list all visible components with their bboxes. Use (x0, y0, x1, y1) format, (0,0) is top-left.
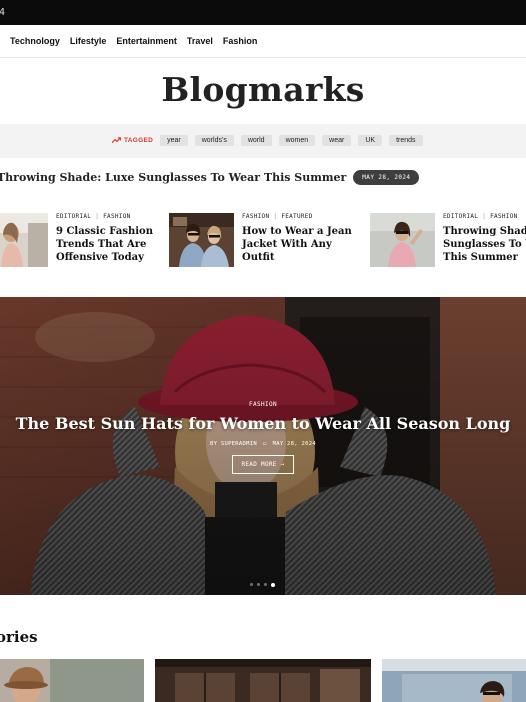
read-more-button[interactable]: READ MORE → (232, 455, 294, 474)
post-card-title[interactable]: How to Wear a Jean Jacket With Any Outfi… (242, 225, 352, 264)
post-card-thumbnail[interactable] (0, 213, 48, 267)
section-title: ories (0, 628, 38, 646)
category-label[interactable]: FASHION (490, 213, 517, 220)
category-label[interactable]: FASHION (242, 213, 269, 220)
tag-women[interactable]: women (278, 135, 316, 146)
post-card-categories: FASHION | FEATURED (242, 213, 313, 220)
nav-item-technology[interactable]: Technology (10, 36, 60, 46)
tag-bar: TAGGED year worlds's world women wear UK… (0, 124, 526, 158)
post-card-thumbnail[interactable] (370, 213, 435, 267)
post-card-title[interactable]: Throwing Shade Sunglasses To W This Summ… (443, 225, 526, 264)
tag-worldss[interactable]: worlds's (194, 135, 234, 146)
site-logo[interactable]: Blogmarks (0, 70, 526, 109)
post-card-categories: EDITORIAL | FASHION (56, 213, 131, 220)
tag-year[interactable]: year (160, 135, 188, 146)
ticker-headline[interactable]: Throwing Shade: Luxe Sunglasses To Wear … (0, 171, 346, 184)
post-card[interactable]: FASHION | FEATURED How to Wear a Jean Ja… (169, 213, 359, 268)
trending-icon (112, 137, 121, 144)
tagged-label: TAGGED (112, 137, 153, 144)
category-label[interactable]: EDITORIAL (443, 213, 478, 220)
story-thumbnail[interactable] (0, 659, 144, 702)
hero-title[interactable]: The Best Sun Hats for Women to Wear All … (0, 414, 526, 433)
hero-author[interactable]: BY SUPERADMIN (210, 441, 257, 447)
slider-dots (250, 582, 275, 587)
calendar-icon: ▭ (262, 441, 267, 447)
category-label[interactable]: FEATURED (281, 213, 312, 220)
hero-content: FASHION The Best Sun Hats for Women to W… (0, 401, 526, 474)
category-label[interactable]: FASHION (103, 213, 130, 220)
story-thumbnail[interactable] (155, 659, 371, 702)
category-label[interactable]: EDITORIAL (56, 213, 91, 220)
slider-dot[interactable] (257, 583, 260, 586)
post-card-thumbnail[interactable] (169, 213, 234, 267)
top-bar: 024 (0, 0, 526, 25)
nav-item-lifestyle[interactable]: Lifestyle (70, 36, 107, 46)
slider-dot[interactable] (250, 583, 253, 586)
ticker-date-badge: MAY 28, 2024 (353, 170, 420, 185)
hero-date: MAY 28, 2024 (272, 441, 316, 447)
hero-byline: BY SUPERADMIN ▭ MAY 28, 2024 (0, 441, 526, 447)
tagged-label-text: TAGGED (124, 137, 154, 144)
post-card-categories: EDITORIAL | FASHION (443, 213, 518, 220)
post-card[interactable]: EDITORIAL | FASHION 9 Classic Fashion Tr… (0, 213, 173, 268)
slider-dot[interactable] (264, 583, 267, 586)
story-thumbnail[interactable] (382, 659, 526, 702)
tag-trends[interactable]: trends (389, 135, 423, 146)
tag-world[interactable]: world (240, 135, 272, 146)
news-ticker: Throwing Shade: Luxe Sunglasses To Wear … (0, 170, 420, 185)
hero-category[interactable]: FASHION (0, 401, 526, 408)
main-nav: Technology Lifestyle Entertainment Trave… (0, 25, 526, 58)
top-bar-date: 024 (0, 7, 6, 18)
hero-slider[interactable]: FASHION The Best Sun Hats for Women to W… (0, 297, 526, 595)
post-card-title[interactable]: 9 Classic Fashion Trends That Are Offens… (56, 225, 166, 264)
nav-item-fashion[interactable]: Fashion (223, 36, 258, 46)
nav-item-entertainment[interactable]: Entertainment (116, 36, 177, 46)
tag-uk[interactable]: UK (358, 135, 383, 146)
post-card[interactable]: EDITORIAL | FASHION Throwing Shade Sungl… (370, 213, 526, 268)
tag-wear[interactable]: wear (322, 135, 352, 146)
slider-dot-active[interactable] (271, 582, 275, 587)
nav-item-travel[interactable]: Travel (187, 36, 213, 46)
